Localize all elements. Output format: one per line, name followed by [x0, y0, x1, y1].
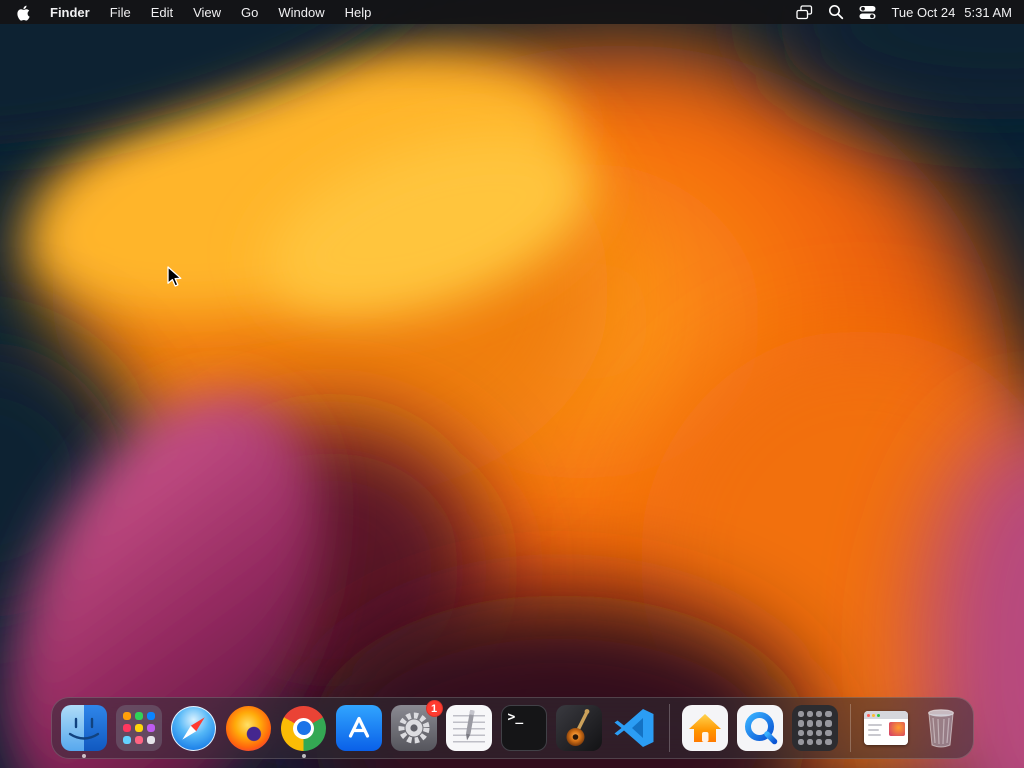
- clock-time: 5:31 AM: [964, 4, 1012, 20]
- dock-item-vscode[interactable]: [611, 705, 657, 751]
- running-indicator: [301, 754, 306, 758]
- window-thumbnail-icon: [863, 711, 908, 745]
- launchpad-icon: [115, 705, 162, 751]
- terminal-prompt-glyph: >_: [507, 710, 524, 725]
- safari-compass-icon: [171, 705, 216, 751]
- dock-separator: [668, 704, 670, 752]
- menu-go[interactable]: Go: [231, 5, 268, 20]
- dock-item-chrome[interactable]: [281, 705, 327, 758]
- dock-item-garageband[interactable]: [555, 705, 602, 751]
- search-icon[interactable]: [828, 4, 844, 20]
- dock-item-firefox[interactable]: [226, 705, 272, 751]
- dock: 1 >_: [50, 697, 974, 759]
- vscode-icon: [611, 705, 657, 751]
- dock-item-app-store[interactable]: [335, 705, 382, 751]
- mouse-cursor: [167, 266, 182, 287]
- menubar: Finder File Edit View Go Window Help Tue…: [0, 0, 1024, 24]
- dock-item-calculator[interactable]: [791, 705, 838, 751]
- menu-view[interactable]: View: [183, 5, 231, 20]
- menu-window[interactable]: Window: [268, 5, 334, 20]
- quicktime-q-icon: [736, 705, 783, 751]
- apple-menu[interactable]: [12, 4, 40, 21]
- notification-badge: 1: [425, 700, 443, 717]
- apple-logo-icon: [17, 5, 30, 21]
- menu-file[interactable]: File: [100, 5, 141, 20]
- terminal-icon: >_: [500, 705, 547, 751]
- firefox-icon: [226, 705, 271, 751]
- dock-item-terminal[interactable]: >_: [500, 705, 547, 751]
- windows-stack-icon[interactable]: [796, 4, 813, 20]
- menu-edit[interactable]: Edit: [141, 5, 183, 20]
- dock-item-quicktime[interactable]: [736, 705, 783, 751]
- menubar-clock[interactable]: Tue Oct 24 5:31 AM: [891, 5, 1012, 20]
- keypad-icon: [791, 705, 838, 751]
- dock-item-textedit[interactable]: [445, 705, 492, 751]
- control-center-icon[interactable]: [859, 4, 876, 21]
- dock-item-home[interactable]: [681, 705, 728, 751]
- app-menu-title[interactable]: Finder: [40, 5, 100, 20]
- dock-item-minimized-window[interactable]: [863, 705, 909, 751]
- app-store-icon: [335, 705, 382, 751]
- trash-icon: [927, 709, 954, 748]
- clock-date: Tue Oct 24: [891, 4, 956, 20]
- dock-item-safari[interactable]: [171, 705, 217, 751]
- menubar-left: Finder File Edit View Go Window Help: [12, 4, 381, 21]
- menu-help[interactable]: Help: [335, 5, 382, 20]
- dock-item-launchpad[interactable]: [115, 705, 162, 751]
- textedit-icon: [445, 705, 492, 751]
- home-house-icon: [681, 705, 728, 751]
- dock-item-finder[interactable]: [60, 705, 107, 758]
- running-indicator: [81, 754, 86, 758]
- chrome-icon: [281, 705, 326, 751]
- dock-container: 1 >_: [0, 697, 1024, 759]
- garageband-guitar-icon: [555, 705, 602, 751]
- dock-separator: [849, 704, 851, 752]
- wallpaper-art: [0, 0, 1024, 768]
- menubar-status-area: Tue Oct 24 5:31 AM: [796, 4, 1012, 21]
- dock-item-trash[interactable]: [918, 705, 964, 751]
- dock-item-settings[interactable]: 1: [390, 700, 443, 751]
- finder-icon: [60, 705, 107, 751]
- desktop[interactable]: [0, 0, 1024, 768]
